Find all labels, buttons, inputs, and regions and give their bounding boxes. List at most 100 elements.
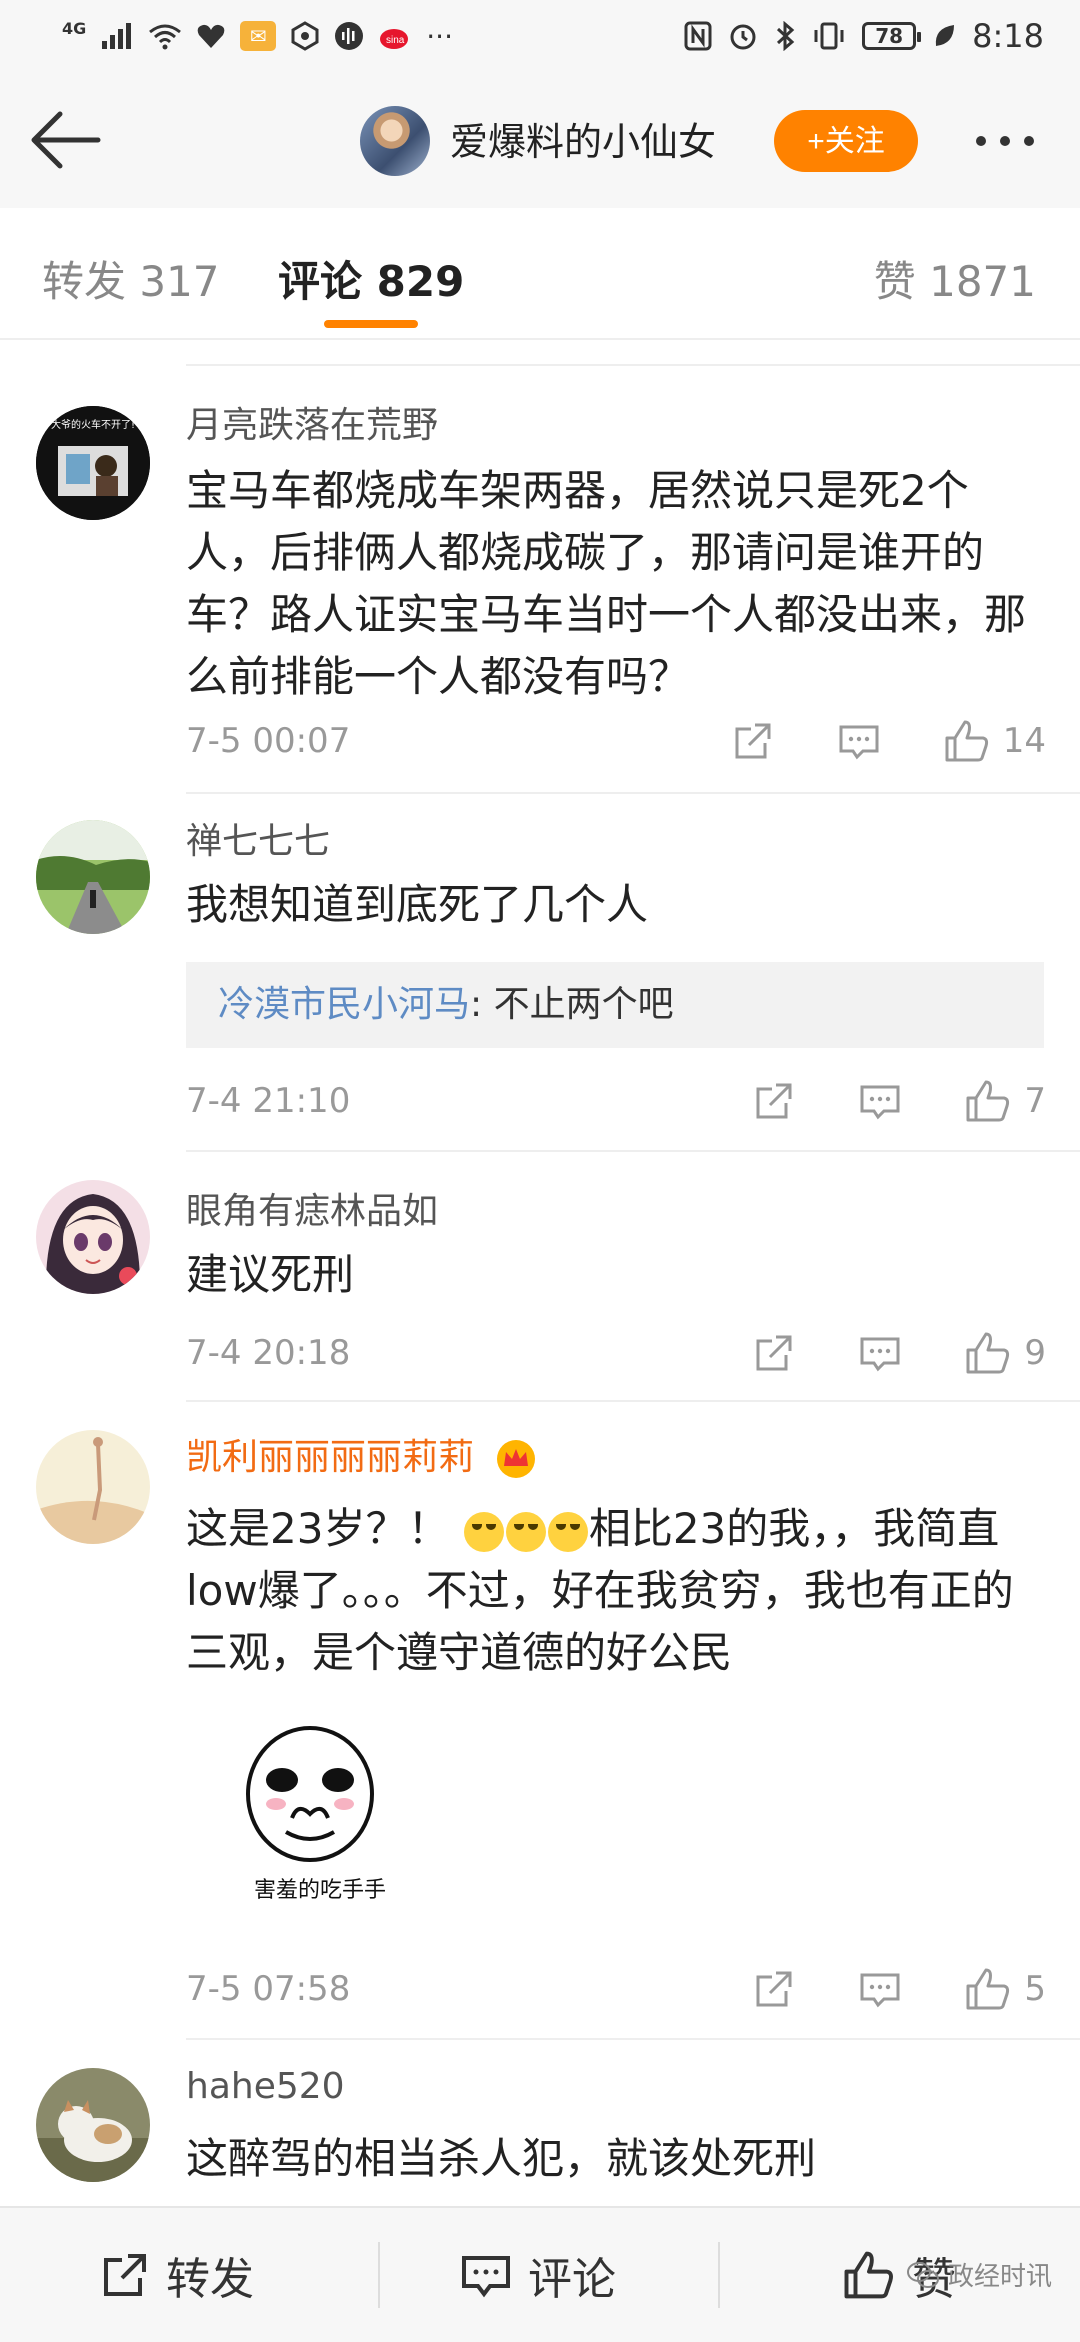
commenter-avatar[interactable]: 大爷的火车不开了! [36, 406, 150, 520]
divider [186, 364, 1080, 366]
network-type: 4G [62, 18, 87, 38]
tab-comment[interactable]: 评论 829 [278, 248, 464, 309]
like-action[interactable]: 7 [964, 1078, 1046, 1124]
comment-meta: 7-5 00:07 14 [186, 716, 1046, 766]
thumbs-up-icon [966, 1968, 1010, 2010]
battery-indicator: 78 [862, 22, 922, 50]
commenter-name[interactable]: hahe520 [186, 2066, 345, 2107]
comment-meta: 7-4 21:10 7 [186, 1076, 1046, 1126]
sticker-caption: 害羞的吃手手 [253, 1878, 386, 1903]
tab-likes[interactable]: 赞 1871 [874, 248, 1036, 309]
like-action[interactable]: 9 [964, 1330, 1046, 1376]
avatar-image [36, 820, 150, 934]
commenter-name[interactable]: 眼角有痣林品如 [186, 1182, 438, 1234]
comment-button[interactable]: 评论 [460, 2208, 616, 2342]
tab-repost[interactable]: 转发 317 [42, 248, 220, 309]
comment-text: 这是23岁？！ 相比23的我，，我简直low爆了。。。不过，好在我贫穷，我也有正… [186, 1498, 1046, 1684]
share-icon[interactable] [752, 1079, 796, 1123]
comment-text: 这醉驾的相当杀人犯，就该处死刑 [186, 2134, 817, 2183]
commenter-avatar[interactable] [36, 1180, 150, 1294]
svg-text:sina: sina [386, 35, 405, 46]
comment-icon[interactable] [837, 719, 881, 763]
divider [186, 792, 1080, 794]
thumbs-up-icon [966, 1080, 1010, 1122]
share-icon[interactable] [731, 719, 775, 763]
comment-time: 7-5 00:07 [186, 721, 351, 761]
health-icon [197, 24, 225, 48]
reply-preview[interactable]: 冷漠市民小河马: 不止两个吧 [186, 962, 1044, 1048]
comment-icon[interactable] [858, 1079, 902, 1123]
bottom-action-bar: 转发 评论 赞 政经时讯 [0, 2206, 1080, 2342]
repost-label: 转发 [166, 2254, 254, 2305]
nfc-icon [684, 21, 712, 51]
like-action[interactable]: 5 [964, 1966, 1046, 2012]
shy-face-icon [246, 1726, 374, 1862]
comment-label: 评论 [528, 2254, 616, 2305]
watermark: 政经时讯 [906, 2256, 1052, 2293]
share-icon[interactable] [752, 1967, 796, 2011]
hexagon-icon [291, 21, 319, 51]
like-count: 14 [1002, 721, 1046, 761]
thumbs-up-icon [945, 720, 988, 762]
bluetooth-icon [777, 21, 795, 51]
laugh-cry-emoji-icon [505, 1511, 546, 1552]
clock: 8:18 [972, 17, 1044, 55]
like-count: 5 [1024, 1969, 1046, 2009]
divider [718, 2242, 720, 2308]
reply-author[interactable]: 冷漠市民小河马 [218, 984, 470, 1025]
comment-icon[interactable] [858, 1331, 902, 1375]
commenter-avatar[interactable] [36, 2068, 150, 2182]
commenter-name[interactable]: 禅七七七 [186, 812, 330, 864]
back-arrow-icon[interactable] [28, 110, 104, 170]
comment-time: 7-4 20:18 [186, 1333, 351, 1373]
status-bar: 4G ✉ sina ··· 78 8:18 [0, 0, 1080, 72]
avatar-image [36, 1430, 150, 1544]
commenter-avatar[interactable] [36, 1430, 150, 1544]
commenter-name[interactable]: 凯利丽丽丽丽莉莉 [186, 1428, 537, 1480]
alarm-icon [730, 24, 756, 50]
top-header: 爱爆料的小仙女 +关注 [0, 72, 1080, 208]
wechat-icon [906, 2261, 939, 2288]
like-count: 9 [1024, 1333, 1046, 1373]
more-options-icon[interactable] [976, 126, 1056, 156]
comment-time: 7-5 07:58 [186, 1969, 351, 2009]
comment-text: 宝马车都烧成车架两器，居然说只是死2个人，后排俩人都烧成碳了，那请问是谁开的车？… [186, 466, 1027, 701]
share-icon [104, 2254, 146, 2296]
thumbs-up-icon [844, 2251, 893, 2299]
header-username[interactable]: 爱爆料的小仙女 [450, 116, 716, 168]
divider [186, 1400, 1080, 1402]
signal-icon [102, 23, 132, 49]
active-tab-indicator [324, 320, 418, 328]
laugh-cry-emoji-icon [547, 1511, 588, 1552]
like-action[interactable]: 14 [943, 718, 1046, 764]
reply-text: : 不止两个吧 [470, 984, 674, 1025]
thumbs-up-icon [966, 1332, 1010, 1374]
vibrate-icon [814, 22, 844, 50]
like-count: 7 [1024, 1081, 1046, 1121]
commenter-avatar[interactable] [36, 820, 150, 934]
comment-text: 我想知道到底死了几个人 [186, 880, 649, 929]
comment-icon [462, 2256, 510, 2298]
laugh-cry-emoji-icon [463, 1511, 504, 1552]
more-notifications-icon: ··· [426, 19, 453, 53]
vip-crown-icon [497, 1440, 536, 1478]
header-avatar[interactable] [360, 106, 430, 176]
watermark-text: 政经时讯 [947, 2262, 1052, 2292]
avatar-caption: 大爷的火车不开了! [50, 420, 135, 431]
mail-icon: ✉ [240, 21, 277, 51]
comment-meta: 7-5 07:58 5 [186, 1964, 1046, 2014]
avatar-image [36, 1180, 150, 1294]
commenter-name-text: 凯利丽丽丽丽莉莉 [186, 1437, 475, 1478]
weibo-icon: sina [380, 29, 409, 49]
divider [378, 2242, 380, 2308]
share-icon[interactable] [752, 1331, 796, 1375]
comment-text-part1: 这是23岁？！ [186, 1504, 450, 1553]
comment-icon[interactable] [858, 1967, 902, 2011]
sticker-image[interactable]: 害羞的吃手手 [220, 1722, 400, 1903]
tab-bar: 转发 317 评论 829 赞 1871 [0, 208, 1080, 340]
wifi-icon [149, 24, 182, 50]
commenter-name[interactable]: 月亮跌落在荒野 [186, 396, 438, 448]
repost-button[interactable]: 转发 [100, 2208, 254, 2342]
divider [186, 2038, 1080, 2040]
follow-button[interactable]: +关注 [774, 110, 918, 172]
